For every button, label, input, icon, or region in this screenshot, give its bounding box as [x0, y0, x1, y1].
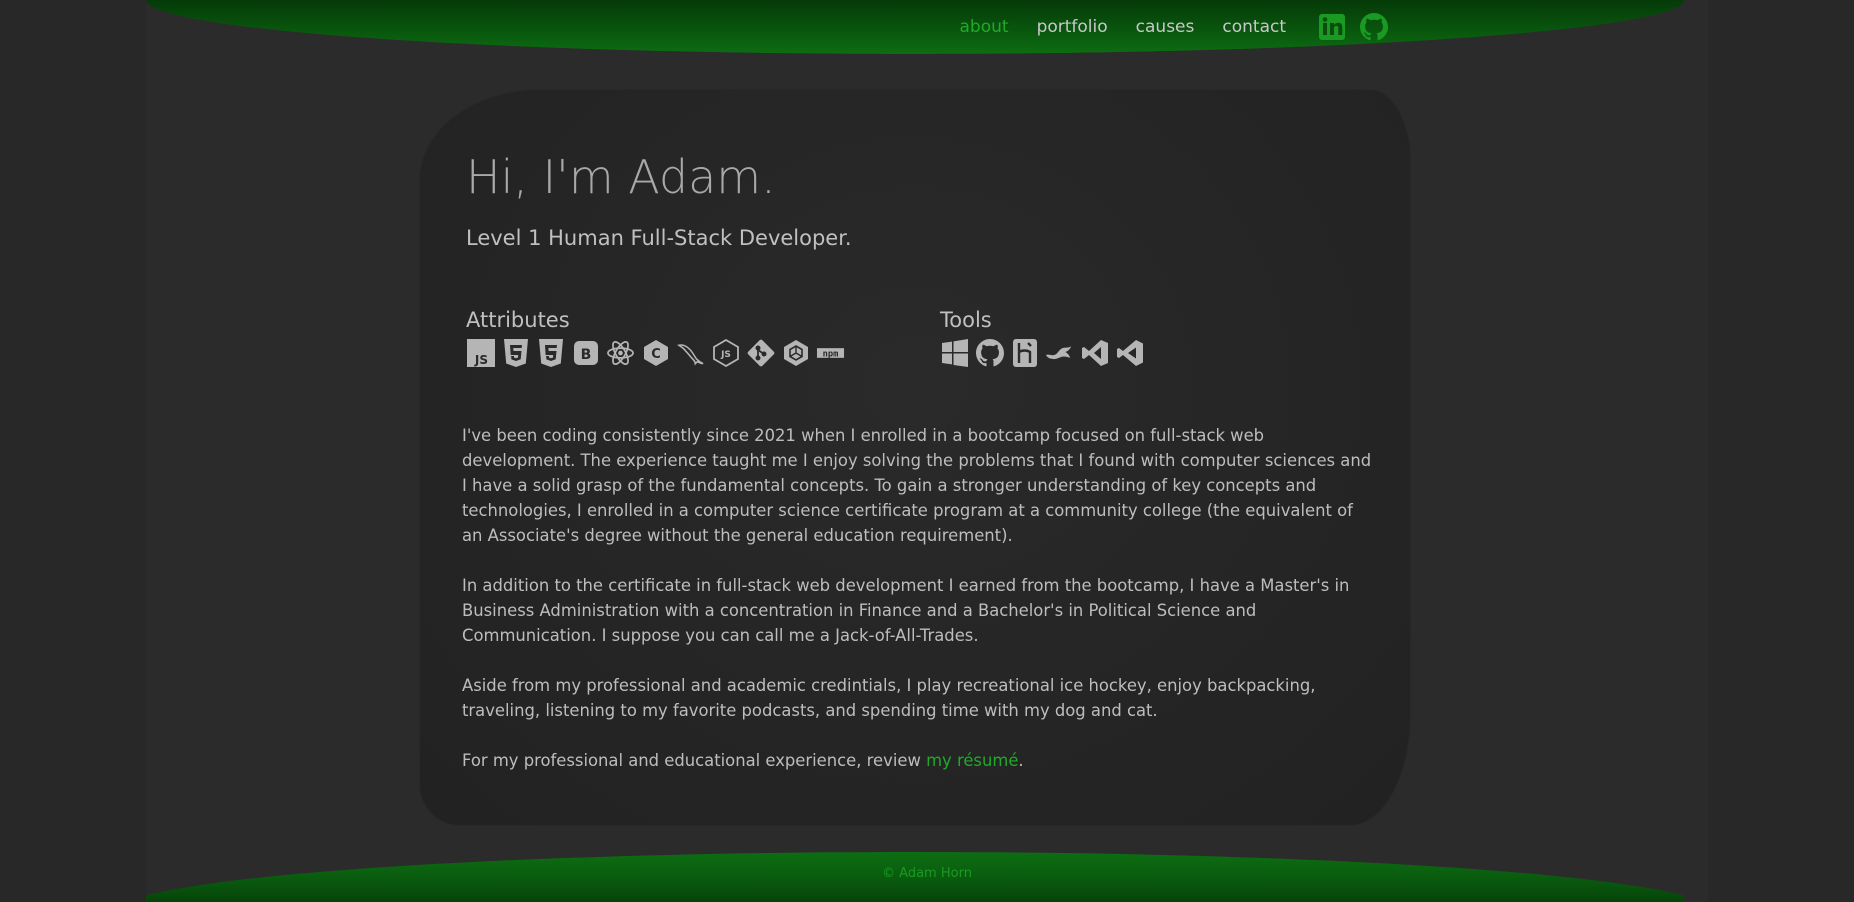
svg-text:B: B: [580, 347, 591, 363]
html5-icon: [501, 338, 530, 367]
nav-about[interactable]: about: [960, 14, 1009, 40]
bootstrap-icon: B: [571, 338, 600, 367]
svg-text:JS: JS: [720, 350, 731, 360]
git-icon: [746, 338, 775, 367]
bio-paragraph: I've been coding consistently since 2021…: [462, 426, 1372, 545]
right-gutter: [1708, 0, 1854, 902]
visual-studio-icon: [1080, 338, 1109, 367]
heroku-icon: [1010, 338, 1039, 367]
react-icon: [606, 338, 635, 367]
insomnia-icon: [1045, 338, 1074, 367]
nodejs-icon: JS: [711, 338, 740, 367]
nav-contact[interactable]: contact: [1222, 14, 1286, 40]
bio-paragraph-resume: For my professional and educational expe…: [462, 748, 1372, 773]
attributes-icons: JS B C JS npm: [466, 338, 845, 367]
bio-paragraph: Aside from my professional and academic …: [462, 676, 1316, 720]
svg-text:C: C: [651, 347, 661, 362]
left-gutter: [0, 0, 146, 902]
bio-paragraph: In addition to the certificate in full-s…: [462, 576, 1350, 645]
tools-heading: Tools: [940, 308, 992, 332]
resume-suffix: .: [1018, 751, 1024, 770]
nav-causes[interactable]: causes: [1136, 14, 1195, 40]
nav-portfolio[interactable]: portfolio: [1037, 14, 1108, 40]
page-subtitle: Level 1 Human Full-Stack Developer.: [466, 226, 852, 250]
csharp-icon: C: [641, 338, 670, 367]
svg-text:JS: JS: [473, 353, 487, 367]
github-tool-icon: [975, 338, 1004, 367]
page: about portfolio causes contact Hi, I'm A…: [0, 0, 1854, 902]
css3-icon: [536, 338, 565, 367]
javascript-icon: JS: [466, 338, 495, 367]
vscode-icon: [1115, 338, 1144, 367]
tools-icons: [940, 338, 1144, 367]
header: about portfolio causes contact: [146, 0, 1684, 54]
npm-icon: npm: [816, 338, 845, 367]
main-nav: about portfolio causes contact: [932, 13, 1388, 41]
page-title: Hi, I'm Adam.: [466, 150, 776, 204]
sequelize-icon: [781, 338, 810, 367]
resume-link[interactable]: my résumé: [926, 751, 1018, 770]
windows-icon: [940, 338, 969, 367]
github-icon[interactable]: [1360, 13, 1388, 41]
svg-text:npm: npm: [823, 349, 839, 359]
resume-prefix: For my professional and educational expe…: [462, 751, 927, 770]
attributes-heading: Attributes: [466, 308, 570, 332]
footer-copyright: © Adam Horn: [882, 866, 972, 881]
bio-text: I've been coding consistently since 2021…: [462, 423, 1372, 798]
linkedin-icon[interactable]: [1318, 13, 1346, 41]
mysql-icon: [676, 338, 705, 367]
